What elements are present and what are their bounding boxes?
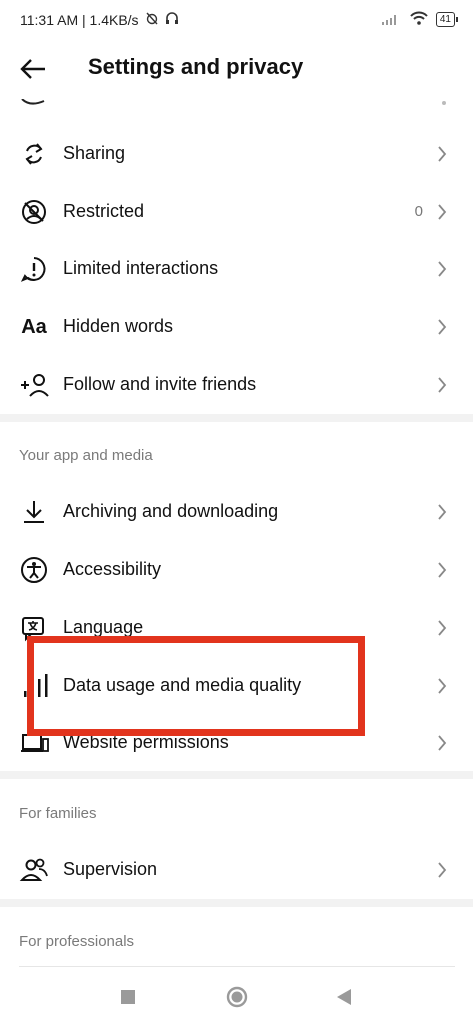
row-language[interactable]: Language — [0, 600, 473, 656]
row-label: Website permissions — [63, 732, 229, 752]
wifi-icon — [410, 11, 428, 28]
row-label: Hidden words — [63, 316, 174, 336]
back-arrow-icon — [20, 59, 45, 79]
section-label-professionals: For professionals — [19, 933, 135, 950]
row-label: Restricted — [63, 201, 145, 221]
data-usage-icon — [18, 672, 50, 700]
back-button[interactable] — [18, 54, 48, 84]
row-label: Follow and invite friends — [63, 374, 257, 394]
hidden-words-icon: Aa — [21, 315, 47, 338]
restricted-count: 0 — [414, 203, 423, 220]
circle-icon — [226, 986, 248, 1008]
row-follow-invite[interactable]: Follow and invite friends — [0, 357, 473, 413]
row-archiving-downloading[interactable]: Archiving and downloading — [0, 484, 473, 540]
limited-interactions-icon — [18, 255, 50, 283]
row-supervision[interactable]: Supervision — [0, 842, 473, 898]
website-permissions-icon — [18, 729, 50, 757]
accessibility-icon — [18, 556, 50, 584]
partial-row-top — [0, 98, 473, 110]
chevron-right-icon — [435, 259, 449, 279]
chevron-right-icon — [435, 860, 449, 880]
page-title: Settings and privacy — [88, 54, 304, 79]
header-bar: Settings and privacy — [0, 40, 473, 98]
row-accessibility[interactable]: Accessibility — [0, 542, 473, 598]
chevron-right-icon — [435, 202, 449, 222]
status-bar: 11:31 AM | 1.4KB/s 41 — [0, 0, 473, 40]
home-button[interactable] — [226, 986, 248, 1008]
chevron-right-icon — [435, 618, 449, 638]
status-time-speed: 11:31 AM | 1.4KB/s — [20, 11, 139, 28]
row-sharing[interactable]: Sharing — [0, 126, 473, 182]
sharing-icon — [18, 140, 50, 168]
chevron-right-icon — [435, 144, 449, 164]
chevron-right-icon — [435, 560, 449, 580]
download-icon — [18, 498, 50, 526]
follow-invite-icon — [18, 371, 50, 399]
section-divider — [0, 771, 473, 779]
row-label: Data usage and media quality — [63, 675, 302, 695]
signal-icon — [381, 12, 402, 28]
muted-alarm-icon — [145, 11, 159, 28]
row-website-permissions[interactable]: Website permissions — [0, 715, 473, 771]
row-label: Language — [63, 617, 144, 637]
section-divider — [0, 899, 473, 907]
row-label: Archiving and downloading — [63, 501, 279, 521]
system-nav-bar — [0, 968, 473, 1024]
recent-apps-button[interactable] — [117, 986, 139, 1008]
section-label-families: For families — [19, 805, 97, 822]
status-left: 11:31 AM | 1.4KB/s — [20, 11, 179, 28]
back-nav-button[interactable] — [333, 986, 355, 1008]
battery-indicator: 41 — [435, 12, 459, 27]
row-label: Accessibility — [63, 559, 162, 579]
chevron-right-icon — [435, 502, 449, 522]
row-label: Supervision — [63, 859, 158, 879]
chevron-right-icon — [435, 375, 449, 395]
square-icon — [121, 990, 135, 1004]
section-label-app-media: Your app and media — [19, 447, 153, 464]
supervision-icon — [18, 856, 50, 884]
language-icon — [18, 614, 50, 642]
row-limited-interactions[interactable]: Limited interactions — [0, 241, 473, 297]
row-restricted[interactable]: Restricted 0 — [0, 184, 473, 240]
triangle-back-icon — [337, 989, 351, 1005]
row-separator — [19, 966, 455, 967]
chevron-right-icon — [435, 676, 449, 696]
row-data-usage[interactable]: Data usage and media quality — [0, 658, 473, 714]
row-label: Sharing — [63, 143, 126, 163]
restricted-icon — [18, 198, 50, 226]
row-hidden-words[interactable]: Aa Hidden words — [0, 299, 473, 355]
section-divider — [0, 414, 473, 422]
status-right: 41 — [381, 11, 459, 28]
headphones-icon — [165, 11, 179, 28]
chevron-right-icon — [435, 733, 449, 753]
chevron-right-icon — [435, 317, 449, 337]
row-label: Limited interactions — [63, 258, 219, 278]
